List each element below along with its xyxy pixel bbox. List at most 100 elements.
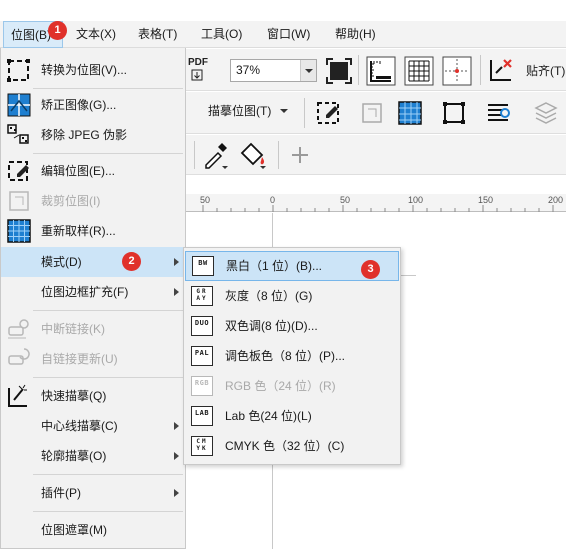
menu-item-plugins[interactable]: 插件(P): [1, 478, 185, 508]
straighten-image-icon: [7, 93, 31, 117]
grid-icon[interactable]: [404, 56, 434, 86]
trace-bitmap-label: 描摹位图(T): [208, 104, 272, 118]
update-link-icon: [8, 348, 30, 365]
zoom-level-value: 37%: [236, 63, 261, 77]
edit-bitmap-icon: [8, 161, 29, 181]
menu-item-straighten-image[interactable]: 矫正图像(G)...: [1, 90, 185, 120]
resample-toolbar-icon[interactable]: [396, 99, 424, 127]
mode-submenu: BW 黑白（1 位）(B)... 3 GR AY 灰度（8 位）(G) DUO 双…: [183, 247, 401, 465]
edit-bitmap-toolbar-icon[interactable]: [314, 99, 342, 127]
snap-to-label[interactable]: 贴齐(T): [526, 62, 565, 79]
plus-icon[interactable]: [290, 145, 310, 165]
menu-separator: [33, 153, 183, 154]
paint-bucket-icon[interactable]: [238, 140, 268, 170]
submenu-item-paletted[interactable]: PAL 调色板色（8 位）(P)...: [185, 341, 399, 371]
trace-bitmap-button[interactable]: 描摹位图(T): [208, 102, 289, 119]
tool-options-bar: [186, 135, 566, 175]
menu-separator: [33, 310, 183, 311]
menu-bar: 位图(B) 1 文本(X) 表格(T) 工具(O) 窗口(W) 帮助(H): [0, 21, 566, 48]
menu-item-label: 自链接更新(U): [41, 352, 118, 366]
quick-trace-icon: [8, 384, 27, 407]
toolbar-separator: [480, 55, 481, 85]
menu-item-label: 转换为位图(V)...: [41, 63, 127, 77]
rulers-icon[interactable]: [366, 56, 396, 86]
rgb-mode-icon: RGB: [191, 376, 213, 396]
break-link-icon: [8, 319, 29, 339]
menu-item-edit-bitmap[interactable]: 编辑位图(E)...: [1, 156, 185, 186]
full-screen-icon[interactable]: [326, 58, 352, 84]
remove-jpeg-artifacts-icon: [7, 124, 29, 144]
menu-item-label: 移除 JPEG 伪影: [41, 128, 128, 142]
link-bitmap-icon[interactable]: [484, 99, 512, 127]
horizontal-ruler[interactable]: 50 0 50 100 150 200: [186, 194, 566, 212]
pdf-label: PDF: [188, 57, 208, 68]
submenu-item-lab[interactable]: LAB Lab 色(24 位)(L): [185, 401, 399, 431]
menu-item-label: 重新取样(R)...: [41, 224, 116, 238]
toolbar-separator: [304, 98, 305, 128]
menu-item-label: 快速描摹(Q): [41, 389, 107, 403]
menu-separator: [33, 88, 183, 89]
menu-item-resample[interactable]: 重新取样(R)...: [1, 216, 185, 246]
menu-text[interactable]: 文本(X): [76, 21, 116, 48]
property-bar: 描摹位图(T): [186, 92, 566, 134]
menu-tools[interactable]: 工具(O): [201, 21, 242, 48]
lab-mode-icon: LAB: [191, 406, 213, 426]
snap-off-icon[interactable]: [488, 57, 514, 83]
submenu-item-rgb: RGB RGB 色（24 位）(R): [185, 371, 399, 401]
submenu-item-label: Lab 色(24 位)(L): [225, 409, 312, 423]
menu-item-label: 插件(P): [41, 486, 81, 500]
menu-separator: [33, 377, 183, 378]
toolbar-separator: [278, 141, 279, 169]
guidelines-icon[interactable]: [442, 56, 472, 86]
menu-item-label: 位图边框扩充(F): [41, 285, 129, 299]
menu-item-outline-trace[interactable]: 轮廓描摹(O): [1, 441, 185, 471]
menu-separator: [33, 474, 183, 475]
menu-item-label: 中断链接(K): [41, 322, 105, 336]
menu-item-update-link: 自链接更新(U): [1, 344, 185, 374]
zoom-level-select[interactable]: 37%: [230, 59, 317, 82]
submenu-item-duotone[interactable]: DUO 双色调(8 位)(D)...: [185, 311, 399, 341]
menu-table[interactable]: 表格(T): [138, 21, 177, 48]
standard-toolbar: PDF 37% 贴齐(T): [186, 49, 566, 91]
submenu-item-label: RGB 色（24 位）(R): [225, 379, 336, 393]
menu-item-quick-trace[interactable]: 快速描摹(Q): [1, 381, 185, 411]
submenu-arrow-icon: [174, 489, 179, 497]
bw-mode-icon: BW: [192, 256, 214, 276]
submenu-arrow-icon: [174, 258, 179, 266]
layers-icon: [534, 102, 558, 124]
menu-item-remove-jpeg-artifacts[interactable]: 移除 JPEG 伪影: [1, 120, 185, 150]
menu-item-convert-to-bitmap[interactable]: 转换为位图(V)...: [1, 55, 185, 85]
bitmap-frame-icon[interactable]: [440, 99, 468, 127]
zoom-dropdown-arrow[interactable]: [300, 60, 316, 81]
menu-item-centerline-trace[interactable]: 中心线描摹(C): [1, 411, 185, 441]
menu-item-bitmap-border-expand[interactable]: 位图边框扩充(F): [1, 277, 185, 307]
export-pdf-button[interactable]: PDF: [188, 57, 216, 85]
menu-item-label: 裁剪位图(I): [41, 194, 101, 208]
menu-separator: [33, 511, 183, 512]
bitmap-menu: 转换为位图(V)... 矫正图像(G)... 移除 JPEG 伪影 编辑位图(E…: [0, 48, 186, 549]
submenu-item-label: CMYK 色（32 位）(C): [225, 439, 345, 453]
eyedropper-icon[interactable]: [202, 140, 230, 170]
pdf-icon: [191, 69, 203, 81]
menu-item-bitmap-mask[interactable]: 位图遮罩(M): [1, 515, 185, 545]
submenu-item-cmyk[interactable]: CM YK CMYK 色（32 位）(C): [185, 431, 399, 461]
step-badge-2: 2: [122, 252, 141, 271]
menu-window[interactable]: 窗口(W): [267, 21, 310, 48]
menu-item-break-link: 中断链接(K): [1, 314, 185, 344]
step-badge-3: 3: [361, 260, 380, 279]
menu-help[interactable]: 帮助(H): [335, 21, 376, 48]
step-badge-1: 1: [48, 21, 67, 40]
chevron-down-icon: [279, 109, 288, 113]
menu-item-mode[interactable]: 模式(D): [1, 247, 185, 277]
menu-item-label: 位图遮罩(M): [41, 523, 107, 537]
pal-mode-icon: PAL: [191, 346, 213, 366]
menu-item-crop-bitmap: 裁剪位图(I): [1, 186, 185, 216]
crop-bitmap-icon: [9, 191, 29, 211]
toolbar-separator: [358, 55, 359, 85]
gray-mode-icon: GR AY: [191, 286, 213, 306]
resample-icon: [7, 219, 31, 243]
submenu-arrow-icon: [174, 422, 179, 430]
convert-bitmap-icon: [7, 59, 30, 82]
submenu-arrow-icon: [174, 452, 179, 460]
submenu-item-grayscale[interactable]: GR AY 灰度（8 位）(G): [185, 281, 399, 311]
